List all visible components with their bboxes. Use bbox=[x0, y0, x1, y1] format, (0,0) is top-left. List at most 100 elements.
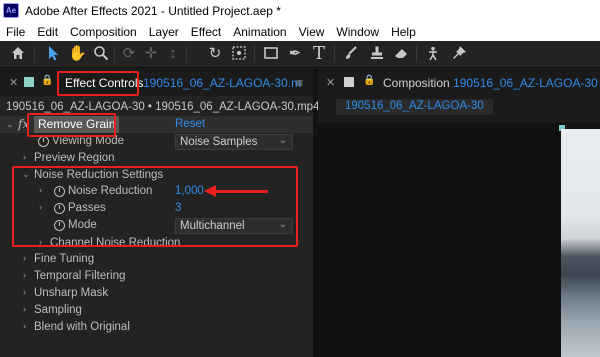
eraser-icon[interactable] bbox=[392, 45, 410, 63]
blend-with-original-label: Blend with Original bbox=[34, 321, 130, 333]
rotation-tool-icon[interactable]: ↻ bbox=[206, 45, 224, 63]
chevron-down-icon: ⌄ bbox=[278, 135, 287, 146]
type-tool-icon[interactable]: T bbox=[310, 45, 328, 63]
fine-tuning-row[interactable]: › Fine Tuning bbox=[0, 251, 313, 268]
chevron-right-icon[interactable]: › bbox=[23, 152, 26, 162]
lock-icon[interactable]: 🔒 bbox=[41, 75, 53, 86]
viewing-mode-value: Noise Samples bbox=[180, 136, 258, 148]
passes-value[interactable]: 3 bbox=[175, 202, 181, 214]
footage-preview-image bbox=[561, 129, 600, 357]
viewing-mode-row: Viewing Mode Noise Samples ⌄ bbox=[0, 133, 313, 150]
sampling-label: Sampling bbox=[34, 304, 82, 316]
composition-panel: ✕ 🔒 Composition 190516_06_AZ-LAGOA-30 19… bbox=[318, 69, 600, 357]
fine-tuning-label: Fine Tuning bbox=[34, 253, 95, 265]
toolbar-separator bbox=[34, 46, 35, 62]
temporal-filtering-row[interactable]: › Temporal Filtering bbox=[0, 268, 313, 285]
menu-window[interactable]: Window bbox=[336, 25, 379, 39]
chevron-down-icon[interactable]: ⌄ bbox=[22, 169, 30, 180]
preview-region-row[interactable]: › Preview Region bbox=[0, 150, 313, 167]
channel-noise-reduction-label: Channel Noise Reduction bbox=[50, 237, 181, 249]
after-effects-logo: Ae bbox=[3, 3, 19, 18]
menu-file[interactable]: File bbox=[6, 25, 25, 39]
panel-color-swatch-icon bbox=[344, 77, 354, 87]
panel-menu-icon[interactable]: ≡ bbox=[296, 76, 303, 90]
pan-behind-icon[interactable] bbox=[230, 45, 248, 63]
tab-effect-controls[interactable]: Effect Controls bbox=[65, 76, 143, 90]
menu-animation[interactable]: Animation bbox=[233, 25, 286, 39]
menu-bar: File Edit Composition Layer Effect Anima… bbox=[0, 22, 600, 41]
noise-reduction-settings-label: Noise Reduction Settings bbox=[34, 169, 164, 181]
stopwatch-icon[interactable] bbox=[38, 136, 49, 147]
composition-selector-button[interactable]: 190516_06_AZ-LAGOA-30 bbox=[336, 99, 493, 115]
composition-tab-name: 190516_06_AZ-LAGOA-30 bbox=[453, 76, 598, 90]
puppet-pin-icon[interactable] bbox=[450, 45, 468, 63]
menu-edit[interactable]: Edit bbox=[37, 25, 58, 39]
effect-header-row[interactable]: ⌄ fx Remove Grain Reset bbox=[0, 116, 313, 133]
mode-dropdown[interactable]: Multichannel ⌄ bbox=[175, 218, 293, 234]
stopwatch-icon[interactable] bbox=[54, 186, 65, 197]
tools-toolbar: ✋ ⟳ ✛ ↕ ↻ ✒ T bbox=[0, 41, 600, 68]
chevron-right-icon[interactable]: › bbox=[23, 321, 26, 331]
chevron-right-icon[interactable]: › bbox=[39, 185, 42, 195]
chevron-right-icon[interactable]: › bbox=[23, 270, 26, 280]
menu-effect[interactable]: Effect bbox=[191, 25, 221, 39]
tab-composition[interactable]: Composition 190516_06_AZ-LAGOA-30 bbox=[383, 76, 598, 90]
blend-with-original-row[interactable]: › Blend with Original bbox=[0, 319, 313, 336]
stopwatch-icon[interactable] bbox=[54, 220, 65, 231]
menu-layer[interactable]: Layer bbox=[149, 25, 179, 39]
roto-brush-icon[interactable] bbox=[424, 45, 442, 63]
rectangle-tool-icon[interactable] bbox=[262, 45, 280, 63]
layer-breadcrumb: 190516_06_AZ-LAGOA-30 • 190516_06_AZ-LAG… bbox=[6, 101, 320, 113]
chevron-right-icon[interactable]: › bbox=[23, 304, 26, 314]
fx-toggle-icon[interactable]: fx bbox=[18, 117, 29, 131]
sampling-row[interactable]: › Sampling bbox=[0, 302, 313, 319]
chevron-right-icon[interactable]: › bbox=[23, 287, 26, 297]
noise-reduction-label: Noise Reduction bbox=[68, 185, 153, 197]
mode-row: Mode Multichannel ⌄ bbox=[0, 217, 313, 234]
pen-tool-icon[interactable]: ✒ bbox=[286, 45, 304, 63]
brush-tool-icon[interactable] bbox=[342, 45, 360, 63]
panel-color-swatch-icon bbox=[24, 77, 34, 87]
menu-help[interactable]: Help bbox=[391, 25, 416, 39]
passes-label: Passes bbox=[68, 202, 106, 214]
chevron-right-icon[interactable]: › bbox=[39, 237, 42, 247]
temporal-filtering-label: Temporal Filtering bbox=[34, 270, 126, 282]
pan-camera-icon[interactable]: ✛ bbox=[142, 45, 160, 63]
menu-view[interactable]: View bbox=[299, 25, 325, 39]
stopwatch-icon[interactable] bbox=[54, 203, 65, 214]
unsharp-mask-label: Unsharp Mask bbox=[34, 287, 109, 299]
noise-reduction-settings-row[interactable]: ⌄ Noise Reduction Settings bbox=[0, 167, 313, 184]
hand-tool-icon[interactable]: ✋ bbox=[68, 45, 87, 63]
toolbar-separator bbox=[114, 46, 115, 62]
viewing-mode-label: Viewing Mode bbox=[52, 135, 125, 147]
chevron-down-icon[interactable]: ⌄ bbox=[6, 119, 14, 130]
reset-button[interactable]: Reset bbox=[175, 118, 205, 130]
dolly-camera-icon[interactable]: ↕ bbox=[164, 45, 182, 63]
composition-viewer[interactable] bbox=[318, 123, 600, 357]
orbit-camera-icon[interactable]: ⟳ bbox=[120, 45, 138, 63]
composition-tab-row: ✕ 🔒 Composition 190516_06_AZ-LAGOA-30 bbox=[318, 69, 600, 96]
effect-controls-panel: ✕ 🔒 Effect Controls 190516_06_AZ-LAGOA-3… bbox=[0, 69, 319, 357]
selection-tool-icon[interactable] bbox=[44, 45, 62, 63]
close-icon[interactable]: ✕ bbox=[9, 76, 18, 89]
composition-tab-prefix: Composition bbox=[383, 76, 450, 90]
window-title: Adobe After Effects 2021 - Untitled Proj… bbox=[25, 4, 281, 18]
toolbar-separator bbox=[254, 46, 255, 62]
channel-noise-reduction-row[interactable]: › Channel Noise Reduction bbox=[0, 235, 313, 252]
zoom-tool-icon[interactable] bbox=[92, 45, 110, 63]
chevron-right-icon[interactable]: › bbox=[23, 253, 26, 263]
chevron-down-icon: ⌄ bbox=[278, 219, 287, 230]
unsharp-mask-row[interactable]: › Unsharp Mask bbox=[0, 285, 313, 302]
effect-name[interactable]: Remove Grain bbox=[34, 116, 120, 133]
noise-reduction-value[interactable]: 1,000 bbox=[175, 185, 204, 197]
close-icon[interactable]: ✕ bbox=[326, 76, 335, 89]
annotation-arrow-line bbox=[214, 190, 268, 193]
lock-icon[interactable]: 🔒 bbox=[363, 75, 375, 86]
chevron-right-icon[interactable]: › bbox=[39, 202, 42, 212]
menu-composition[interactable]: Composition bbox=[70, 25, 137, 39]
tab-layer-name[interactable]: 190516_06_AZ-LAGOA-30.m bbox=[143, 76, 301, 90]
viewing-mode-dropdown[interactable]: Noise Samples ⌄ bbox=[175, 134, 293, 150]
clone-stamp-icon[interactable] bbox=[368, 45, 386, 63]
preview-region-label: Preview Region bbox=[34, 152, 115, 164]
home-icon[interactable] bbox=[9, 45, 27, 63]
